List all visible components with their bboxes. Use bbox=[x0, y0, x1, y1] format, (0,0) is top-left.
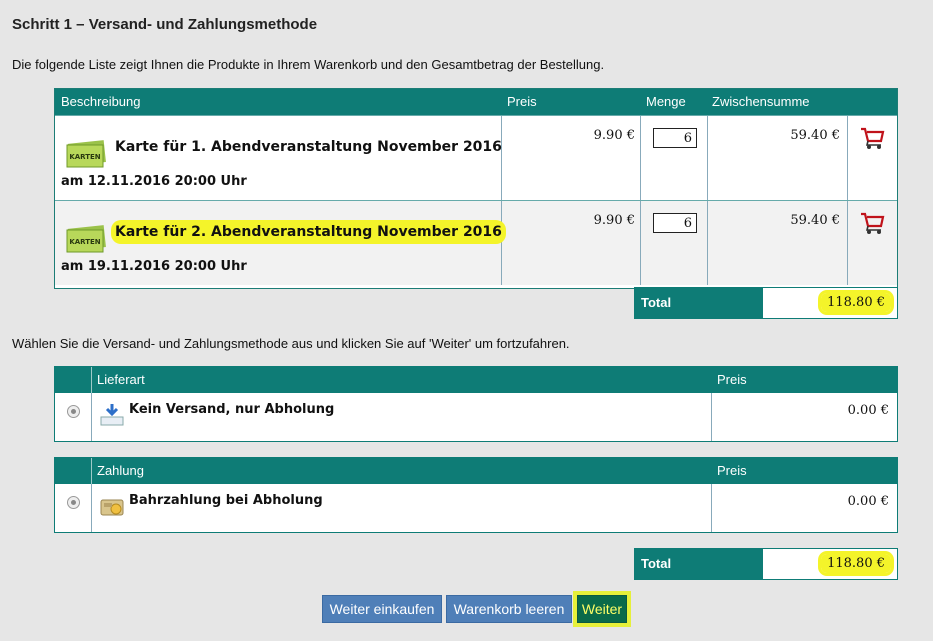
payment-method-table: Zahlung Preis Bahrzahlung bei Abholung 0… bbox=[54, 457, 898, 533]
remove-from-cart-icon[interactable] bbox=[859, 211, 885, 235]
ticket-label: KARTEN bbox=[69, 238, 100, 246]
instruction-text: Wählen Sie die Versand- und Zahlungsmeth… bbox=[12, 336, 570, 351]
intro-text: Die folgende Liste zeigt Ihnen die Produ… bbox=[12, 57, 605, 72]
payment-radio[interactable] bbox=[67, 496, 80, 509]
ticket-icon: KARTEN bbox=[66, 225, 106, 253]
product-date: am 12.11.2016 20:00 Uhr bbox=[61, 174, 247, 189]
cart-total-value: 118.80 € bbox=[763, 288, 897, 318]
remove-from-cart-icon[interactable] bbox=[859, 126, 885, 150]
ticket-label: KARTEN bbox=[69, 153, 100, 161]
product-subtotal: 59.40 € bbox=[790, 128, 840, 143]
product-name: Karte für 1. Abendveranstaltung November… bbox=[115, 139, 502, 155]
shipping-method-table: Lieferart Preis Kein Versand, nur Abholu… bbox=[54, 366, 898, 442]
next-button[interactable]: Weiter bbox=[577, 595, 627, 623]
ticket-icon: KARTEN bbox=[66, 140, 106, 168]
header-description: Beschreibung bbox=[61, 94, 141, 109]
product-subtotal: 59.40 € bbox=[790, 213, 840, 228]
checkout-page: Schritt 1 – Versand- und Zahlungsmethode… bbox=[0, 0, 933, 641]
quantity-input[interactable]: 6 bbox=[653, 128, 697, 148]
payment-option-label: Bahrzahlung bei Abholung bbox=[129, 493, 323, 508]
empty-cart-button[interactable]: Warenkorb leeren bbox=[446, 595, 572, 623]
product-price: 9.90 € bbox=[593, 128, 635, 143]
product-price: 9.90 € bbox=[593, 213, 635, 228]
cart-row: KARTEN Karte für 2. Abendveranstaltung N… bbox=[55, 200, 897, 285]
shipping-option-price: 0.00 € bbox=[847, 403, 889, 418]
shipping-price-header: Preis bbox=[717, 372, 747, 387]
header-subtotal: Zwischensumme bbox=[712, 94, 810, 109]
shipping-option-row[interactable]: Kein Versand, nur Abholung 0.00 € bbox=[55, 393, 897, 441]
header-quantity: Menge bbox=[646, 94, 686, 109]
header-price: Preis bbox=[507, 94, 537, 109]
payment-header-label: Zahlung bbox=[97, 463, 144, 478]
cash-icon bbox=[100, 499, 124, 516]
cart-total: Total 118.80 € bbox=[634, 287, 898, 319]
payment-option-price: 0.00 € bbox=[847, 494, 889, 509]
continue-shopping-button[interactable]: Weiter einkaufen bbox=[322, 595, 442, 623]
product-name: Karte für 2. Abendveranstaltung November… bbox=[115, 224, 502, 240]
payment-header: Zahlung Preis bbox=[55, 458, 897, 484]
product-date: am 19.11.2016 20:00 Uhr bbox=[61, 259, 247, 274]
cart-header: Beschreibung Preis Menge Zwischensumme bbox=[55, 89, 897, 115]
quantity-input[interactable]: 6 bbox=[653, 213, 697, 233]
payment-option-row[interactable]: Bahrzahlung bei Abholung 0.00 € bbox=[55, 484, 897, 532]
shipping-header-label: Lieferart bbox=[97, 372, 145, 387]
cart-total-label: Total bbox=[635, 288, 763, 318]
payment-price-header: Preis bbox=[717, 463, 747, 478]
download-icon bbox=[100, 404, 124, 426]
page-title: Schritt 1 – Versand- und Zahlungsmethode bbox=[12, 16, 318, 33]
shipping-option-label: Kein Versand, nur Abholung bbox=[129, 402, 335, 417]
grand-total-label: Total bbox=[635, 549, 763, 579]
shipping-radio[interactable] bbox=[67, 405, 80, 418]
cart-row: KARTEN Karte für 1. Abendveranstaltung N… bbox=[55, 115, 897, 200]
shipping-header: Lieferart Preis bbox=[55, 367, 897, 393]
grand-total: Total 118.80 € bbox=[634, 548, 898, 580]
cart-table: Beschreibung Preis Menge Zwischensumme K… bbox=[54, 88, 898, 289]
grand-total-value: 118.80 € bbox=[763, 549, 897, 579]
